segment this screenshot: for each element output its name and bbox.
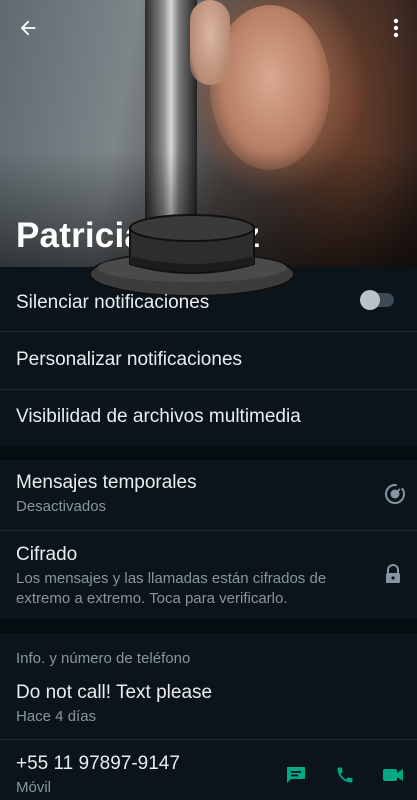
message-button[interactable]	[283, 762, 309, 788]
encryption-row[interactable]: Cifrado Los mensajes y las llamadas está…	[0, 531, 417, 619]
more-options-button[interactable]	[380, 12, 412, 44]
back-arrow-icon	[20, 20, 36, 36]
mute-notifications-label: Silenciar notificaciones	[16, 292, 210, 313]
about-row[interactable]: Do not call! Text please Hace 4 días	[0, 674, 417, 738]
temp-messages-row[interactable]: Mensajes temporales Desactivados	[0, 460, 417, 530]
section-gap	[0, 446, 417, 460]
section-gap	[0, 619, 417, 633]
about-date: Hace 4 días	[16, 708, 97, 725]
message-icon	[287, 767, 305, 783]
call-button[interactable]	[332, 762, 358, 788]
phone-icon	[337, 767, 353, 783]
mute-notifications-row[interactable]: Silenciar notificaciones	[0, 267, 417, 331]
media-visibility-row[interactable]: Visibilidad de archivos multimedia	[0, 390, 417, 446]
info-section-label: Info. y número de teléfono	[16, 650, 191, 667]
lock-icon	[386, 564, 400, 583]
temp-messages-label: Mensajes temporales	[16, 472, 197, 493]
back-button[interactable]	[12, 12, 44, 44]
encryption-label: Cifrado	[16, 544, 78, 565]
custom-notifications-label: Personalizar notificaciones	[16, 349, 243, 370]
media-visibility-label: Visibilidad de archivos multimedia	[16, 406, 301, 427]
phone-number: +55 11 97897-9147	[16, 753, 180, 774]
more-vert-icon	[393, 18, 399, 38]
about-text: Do not call! Text please	[16, 682, 213, 703]
encryption-description: Los mensajes y las llamadas están cifrad…	[16, 570, 327, 607]
custom-notifications-row[interactable]: Personalizar notificaciones	[0, 332, 417, 389]
phone-type: Móvil	[16, 779, 52, 796]
video-icon	[383, 769, 403, 781]
temp-messages-status: Desactivados	[16, 498, 107, 515]
timer-icon	[385, 484, 405, 504]
photo-hand	[190, 0, 230, 85]
mute-toggle-knob	[360, 290, 380, 310]
video-call-button[interactable]	[380, 762, 406, 788]
